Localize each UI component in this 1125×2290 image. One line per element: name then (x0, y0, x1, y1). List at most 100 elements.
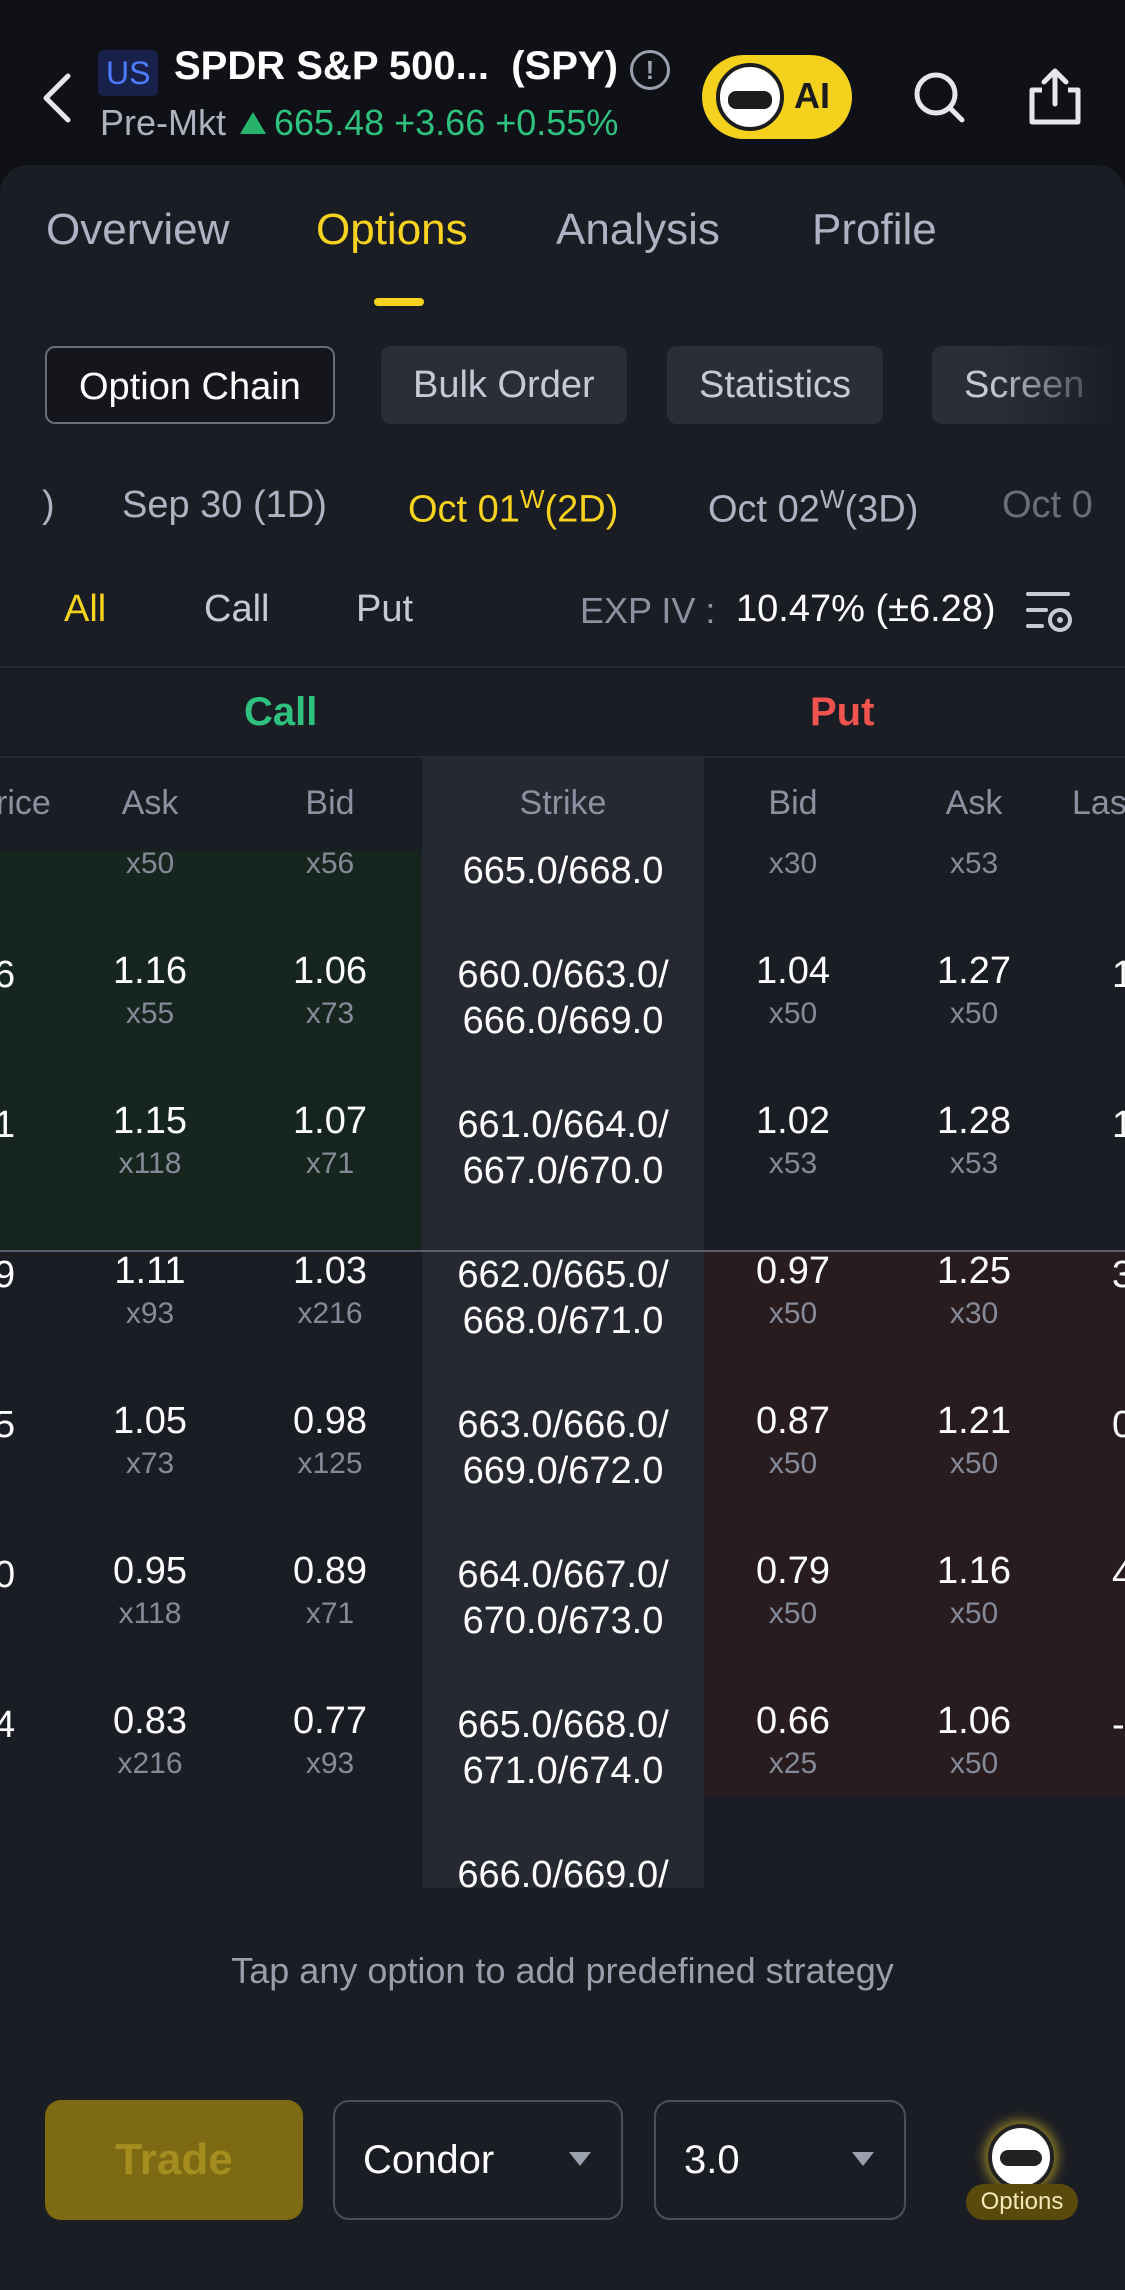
strike-line-1: 663.0/666.0/ (457, 1404, 669, 1446)
put-ask-price: 1.06 (937, 1700, 1011, 1742)
put-ask-cell[interactable] (914, 1850, 1034, 1854)
call-ask-size: x118 (118, 1597, 182, 1630)
call-ask-cell[interactable]: 1.05 x73 (90, 1400, 210, 1481)
put-bid-price: 1.02 (756, 1100, 830, 1142)
tab-options[interactable]: Options (316, 205, 468, 255)
call-bid-price: 0.89 (293, 1550, 367, 1592)
put-bid-cell[interactable]: 0.97 x50 (733, 1250, 853, 1331)
call-ask-size: x216 (117, 1747, 183, 1780)
put-ask-cell[interactable]: 1.28 x53 (914, 1100, 1034, 1181)
info-icon[interactable] (630, 50, 670, 90)
call-bid-size: x56 (305, 847, 355, 880)
tab-overview[interactable]: Overview (46, 205, 229, 255)
subtab-bulk-order[interactable]: Bulk Order (381, 346, 627, 424)
share-icon[interactable] (1026, 66, 1084, 126)
call-ask-size: x50 (125, 847, 175, 880)
call-bid-cell[interactable]: 0.77 x93 (270, 1700, 390, 1781)
col-header-call-ask[interactable]: Ask (90, 784, 210, 823)
put-last-price: 4 (1112, 1554, 1125, 1596)
settings-filter-icon[interactable] (1024, 586, 1076, 636)
market-tag: US (98, 50, 159, 96)
table-row[interactable]: 666.0/669.0/ (0, 1828, 1125, 1888)
put-bid-size: x53 (768, 1147, 818, 1180)
put-bid-price: 1.04 (756, 950, 830, 992)
call-ask-price: 1.05 (113, 1400, 187, 1442)
filter-all[interactable]: All (64, 588, 106, 631)
put-ask-cell[interactable]: 1.27 x50 (914, 950, 1034, 1031)
table-row[interactable]: 9 1.11 x93 1.03 x216 662.0/665.0/668.0/671.0 0… (0, 1228, 1125, 1378)
call-ask-cell[interactable] (90, 1850, 210, 1854)
option-chain-table: 31.13x501.01x56659.0/662.0/665.0/668.01.… (0, 758, 1125, 1888)
put-bid-cell[interactable]: 0.66 x25 (733, 1700, 853, 1781)
table-row[interactable]: 5 1.05 x73 0.98 x125 663.0/666.0/669.0/672.0 0… (0, 1378, 1125, 1528)
date-label: Sep 30 (122, 484, 243, 526)
call-bid-cell[interactable]: 1.03 x216 (270, 1250, 390, 1331)
options-mascot-icon[interactable] (988, 2124, 1054, 2190)
put-bid-cell[interactable]: 0.79 x50 (733, 1550, 853, 1631)
put-bid-cell[interactable]: 1.02 x53 (733, 1100, 853, 1181)
table-row[interactable]: 4 0.83 x216 0.77 x93 665.0/668.0/671.0/674.0 0… (0, 1678, 1125, 1828)
put-ask-cell[interactable]: 1.06 x50 (914, 1700, 1034, 1781)
call-bid-cell[interactable]: 0.98 x125 (270, 1400, 390, 1481)
date-oct-next[interactable]: Oct 0 (1002, 484, 1093, 527)
subtab-statistics[interactable]: Statistics (667, 346, 884, 424)
put-bid-cell[interactable] (733, 1850, 853, 1854)
date-oct-02[interactable]: Oct 02W(3D) (708, 484, 918, 532)
call-ask-cell[interactable]: 1.11 x93 (90, 1250, 210, 1331)
ai-button[interactable]: AI (702, 55, 852, 139)
put-ask-size: x50 (949, 1597, 999, 1630)
trade-button[interactable]: Trade (45, 2100, 303, 2220)
put-bid-cell[interactable]: 1.04 x50 (733, 950, 853, 1031)
call-ask-cell[interactable]: 0.95 x118 (90, 1550, 210, 1631)
session-label: Pre-Mkt (100, 102, 226, 143)
call-bid-cell[interactable]: 1.07 x71 (270, 1100, 390, 1181)
subtab-option-chain[interactable]: Option Chain (45, 346, 335, 424)
filter-put[interactable]: Put (356, 588, 413, 631)
put-ask-cell[interactable]: 1.21 x50 (914, 1400, 1034, 1481)
put-bid-size: x30 (768, 847, 818, 880)
col-header-put-bid[interactable]: Bid (733, 784, 853, 823)
put-ask-size: x50 (949, 1747, 999, 1780)
put-last-price: 3 (1112, 1254, 1125, 1296)
table-row[interactable]: 6 1.16 x55 1.06 x73 660.0/663.0/666.0/669.0 1.… (0, 928, 1125, 1078)
strike-cell: 660.0/663.0/666.0/669.0 (422, 952, 704, 1044)
call-last-price: 6 (0, 954, 16, 996)
date-prev[interactable]: ) (42, 484, 55, 527)
search-icon[interactable] (912, 70, 966, 124)
put-ask-size: x53 (949, 1147, 999, 1180)
ai-label: AI (794, 75, 830, 116)
call-ask-price: 0.83 (113, 1700, 187, 1742)
call-bid-cell[interactable]: 0.89 x71 (270, 1550, 390, 1631)
date-sep-30[interactable]: Sep 30 (1D) (122, 484, 327, 527)
strike-cell: 661.0/664.0/667.0/670.0 (422, 1102, 704, 1194)
col-header-put-ask[interactable]: Ask (914, 784, 1034, 823)
put-ask-cell[interactable]: 1.25 x30 (914, 1250, 1034, 1331)
put-ask-cell[interactable]: 1.16 x50 (914, 1550, 1034, 1631)
call-bid-cell[interactable]: 1.06 x73 (270, 950, 390, 1031)
strike-width-select[interactable]: 3.0 (654, 2100, 906, 2220)
tab-profile[interactable]: Profile (812, 205, 937, 255)
stock-title[interactable]: SPDR S&P 500... (SPY) (174, 44, 618, 89)
strategy-select[interactable]: Condor (333, 2100, 623, 2220)
put-side-header: Put (810, 690, 875, 734)
table-row[interactable]: 1 1.15 x118 1.07 x71 661.0/664.0/667.0/670.0 1… (0, 1078, 1125, 1228)
strike-line-1: 665.0/668.0/ (457, 1704, 669, 1746)
date-days: (2D) (544, 488, 619, 531)
put-bid-cell[interactable]: 0.87 x50 (733, 1400, 853, 1481)
table-row[interactable]: 0 0.95 x118 0.89 x71 664.0/667.0/670.0/673.0 0… (0, 1528, 1125, 1678)
tab-analysis[interactable]: Analysis (556, 205, 720, 255)
put-last-price: -1 (1112, 1704, 1125, 1746)
call-ask-cell[interactable]: 0.83 x216 (90, 1700, 210, 1781)
call-bid-cell[interactable] (270, 1850, 390, 1854)
options-badge[interactable]: Options (966, 2184, 1078, 2220)
strategy-hint: Tap any option to add predefined strateg… (231, 1950, 894, 1991)
back-arrow-icon[interactable] (38, 70, 78, 126)
price-change-pct: +0.55% (495, 102, 619, 143)
date-oct-01[interactable]: Oct 01W(2D) (408, 484, 618, 532)
put-ask-size: x30 (949, 1297, 999, 1330)
put-ask-price: 1.25 (937, 1250, 1011, 1292)
call-ask-cell[interactable]: 1.16 x55 (90, 950, 210, 1031)
call-ask-cell[interactable]: 1.15 x118 (90, 1100, 210, 1181)
filter-call[interactable]: Call (204, 588, 269, 631)
col-header-call-bid[interactable]: Bid (270, 784, 390, 823)
